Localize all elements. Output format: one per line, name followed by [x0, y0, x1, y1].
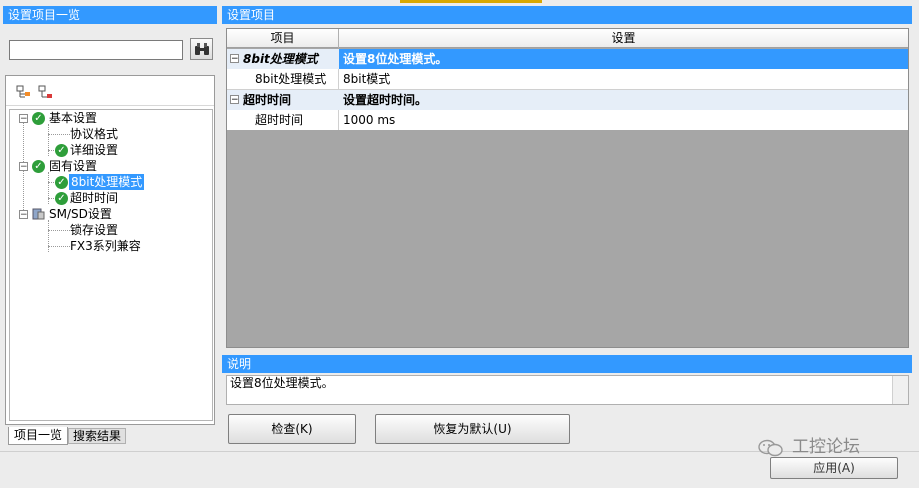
tree-item-inherent-settings[interactable]: − ✓ 固有设置 — [10, 158, 210, 174]
binoculars-icon — [194, 43, 209, 55]
description-box: 设置8位处理模式。 — [226, 375, 909, 405]
watermark: 工控论坛 — [758, 436, 908, 458]
tab-item-list[interactable]: 项目一览 — [8, 427, 68, 445]
settings-tree: − ✓ 基本设置 协议格式 ✓ 详细设置 − ✓ 固有设置 ✓ 8bit处理模式… — [9, 109, 213, 421]
check-icon: ✓ — [55, 192, 68, 205]
tree-item-latch-settings[interactable]: 锁存设置 — [10, 222, 210, 238]
watermark-text: 工控论坛 — [792, 437, 860, 457]
tree-item-timeout[interactable]: ✓ 超时时间 — [10, 190, 210, 206]
category-description: 设置超时时间。 — [339, 90, 908, 110]
check-icon: ✓ — [32, 160, 45, 173]
check-icon: ✓ — [55, 176, 68, 189]
tree-item-fx3-compat[interactable]: FX3系列兼容 — [10, 238, 210, 254]
top-accent-strip — [400, 0, 542, 3]
apply-button[interactable]: 应用(A) — [770, 457, 898, 479]
collapse-icon[interactable]: − — [230, 95, 239, 105]
collapse-all-icon[interactable] — [38, 85, 54, 99]
collapse-icon[interactable]: − — [19, 162, 28, 172]
category-name: 8bit处理模式 — [227, 49, 339, 69]
search-input[interactable] — [9, 40, 183, 60]
grid-setting-row[interactable]: 8bit处理模式 8bit模式 — [227, 69, 908, 90]
tree-item-label: 详细设置 — [70, 143, 119, 157]
tree-item-label: 锁存设置 — [70, 223, 119, 237]
grid-category-row[interactable]: 超时时间 − 设置超时时间。 — [227, 90, 908, 110]
description-title: 说明 — [222, 355, 912, 373]
tree-item-8bit-mode[interactable]: ✓ 8bit处理模式 — [10, 174, 210, 190]
tree-item-basic-settings[interactable]: − ✓ 基本设置 — [10, 110, 210, 126]
tree-item-detail-settings[interactable]: ✓ 详细设置 — [10, 142, 210, 158]
settings-items-title: 设置项目 — [222, 6, 912, 24]
collapse-icon[interactable]: − — [19, 210, 28, 220]
settings-list-title: 设置项目一览 — [3, 6, 217, 24]
column-header-item[interactable]: 项目 — [227, 29, 339, 48]
tree-item-label: FX3系列兼容 — [70, 239, 141, 253]
collapse-icon[interactable]: − — [19, 114, 28, 124]
collapse-icon[interactable]: − — [230, 54, 239, 64]
settings-grid: 项目 设置 8bit处理模式 − 设置8位处理模式。 8bit处理模式 8bit… — [226, 28, 909, 348]
check-icon: ✓ — [32, 112, 45, 125]
search-button[interactable] — [190, 38, 213, 60]
tree-item-smsd-settings[interactable]: − SM/SD设置 — [10, 206, 210, 222]
tree-item-label: 协议格式 — [70, 127, 119, 141]
grid-category-row[interactable]: 8bit处理模式 − 设置8位处理模式。 — [227, 49, 908, 69]
setting-name: 8bit处理模式 — [227, 69, 339, 89]
tab-search-results[interactable]: 搜索结果 — [68, 428, 126, 444]
module-icon — [32, 208, 45, 220]
column-header-setting[interactable]: 设置 — [339, 29, 908, 48]
tree-item-label: 基本设置 — [49, 111, 98, 125]
expand-all-icon[interactable] — [16, 85, 32, 99]
tree-item-label: SM/SD设置 — [49, 207, 112, 221]
category-name: 超时时间 — [227, 90, 339, 110]
restore-default-button[interactable]: 恢复为默认(U) — [375, 414, 570, 444]
grid-header: 项目 设置 — [227, 29, 908, 48]
tree-item-protocol-format[interactable]: 协议格式 — [10, 126, 210, 142]
tree-item-label: 超时时间 — [70, 191, 119, 205]
tree-toolbar — [6, 76, 214, 106]
setting-value[interactable]: 1000 ms — [339, 110, 908, 130]
setting-name: 超时时间 — [227, 110, 339, 130]
category-description: 设置8位处理模式。 — [339, 49, 908, 69]
tree-item-label: 固有设置 — [49, 159, 98, 173]
check-button[interactable]: 检查(K) — [228, 414, 356, 444]
grid-setting-row[interactable]: 超时时间 1000 ms — [227, 110, 908, 130]
setting-value[interactable]: 8bit模式 — [339, 69, 908, 89]
check-icon: ✓ — [55, 144, 68, 157]
description-scrollbar[interactable] — [892, 376, 908, 404]
tree-item-label-selected: 8bit处理模式 — [69, 174, 145, 190]
description-text: 设置8位处理模式。 — [230, 376, 334, 390]
tree-panel: − ✓ 基本设置 协议格式 ✓ 详细设置 − ✓ 固有设置 ✓ 8bit处理模式… — [5, 75, 215, 425]
